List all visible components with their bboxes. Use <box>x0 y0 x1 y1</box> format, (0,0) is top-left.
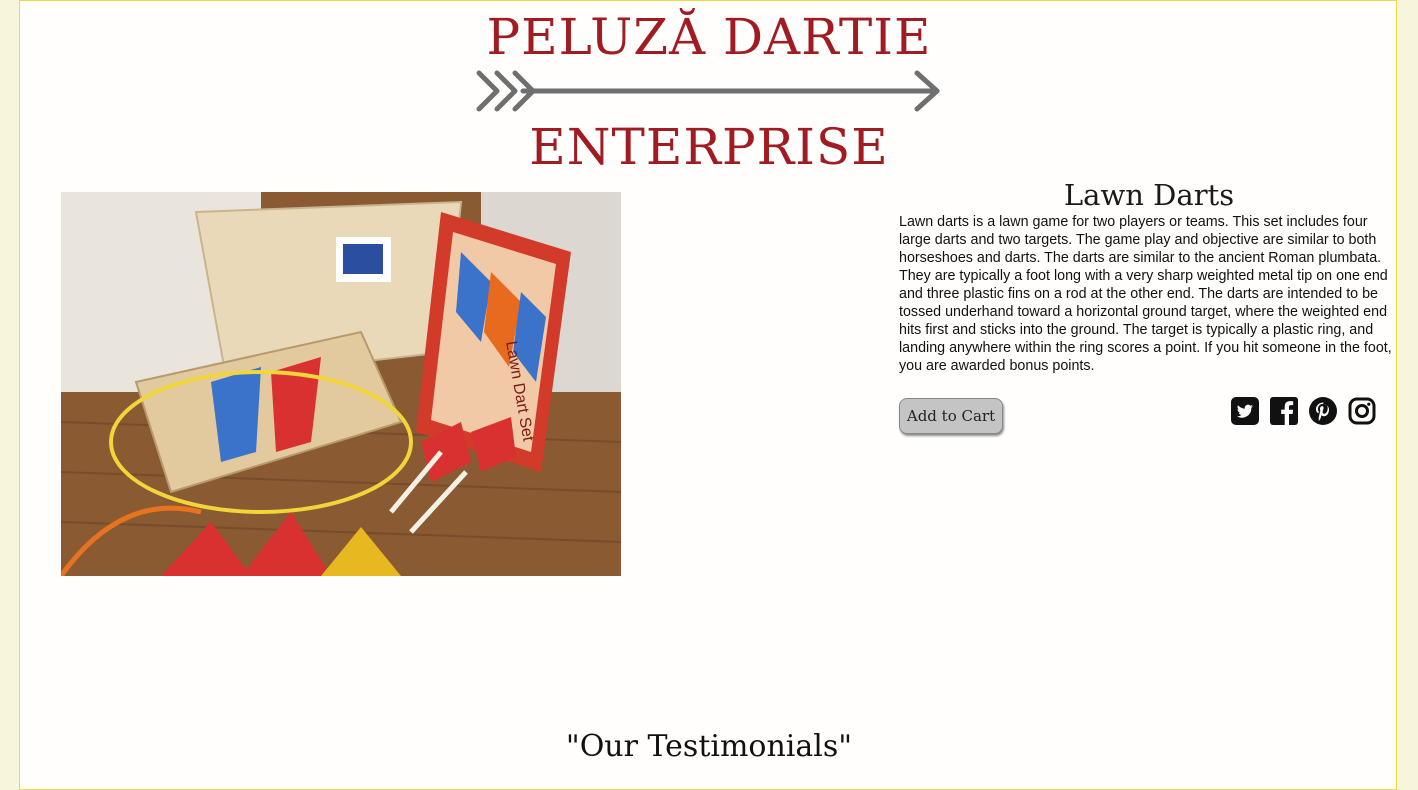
instagram-icon[interactable] <box>1348 397 1376 425</box>
facebook-icon[interactable] <box>1270 397 1298 425</box>
product-description: Lawn darts is a lawn game for two player… <box>899 214 1392 374</box>
testimonials-heading: "Our Testimonials" <box>565 729 853 764</box>
add-to-cart-button[interactable]: Add to Cart <box>899 398 1003 434</box>
product-image: Lawn Dart Set <box>61 192 621 576</box>
pinterest-icon[interactable] <box>1309 397 1337 425</box>
arrow-right-icon <box>476 70 940 112</box>
page-container: PELUZĂ DARTIE ENTERPRISE Lawn Dart Set L… <box>19 0 1397 790</box>
brand-name-line1: PELUZĂ DARTIE <box>486 8 932 66</box>
product-title: Lawn Darts <box>1063 178 1235 212</box>
twitter-icon[interactable] <box>1231 397 1259 425</box>
brand-name-line2: ENTERPRISE <box>529 118 889 176</box>
